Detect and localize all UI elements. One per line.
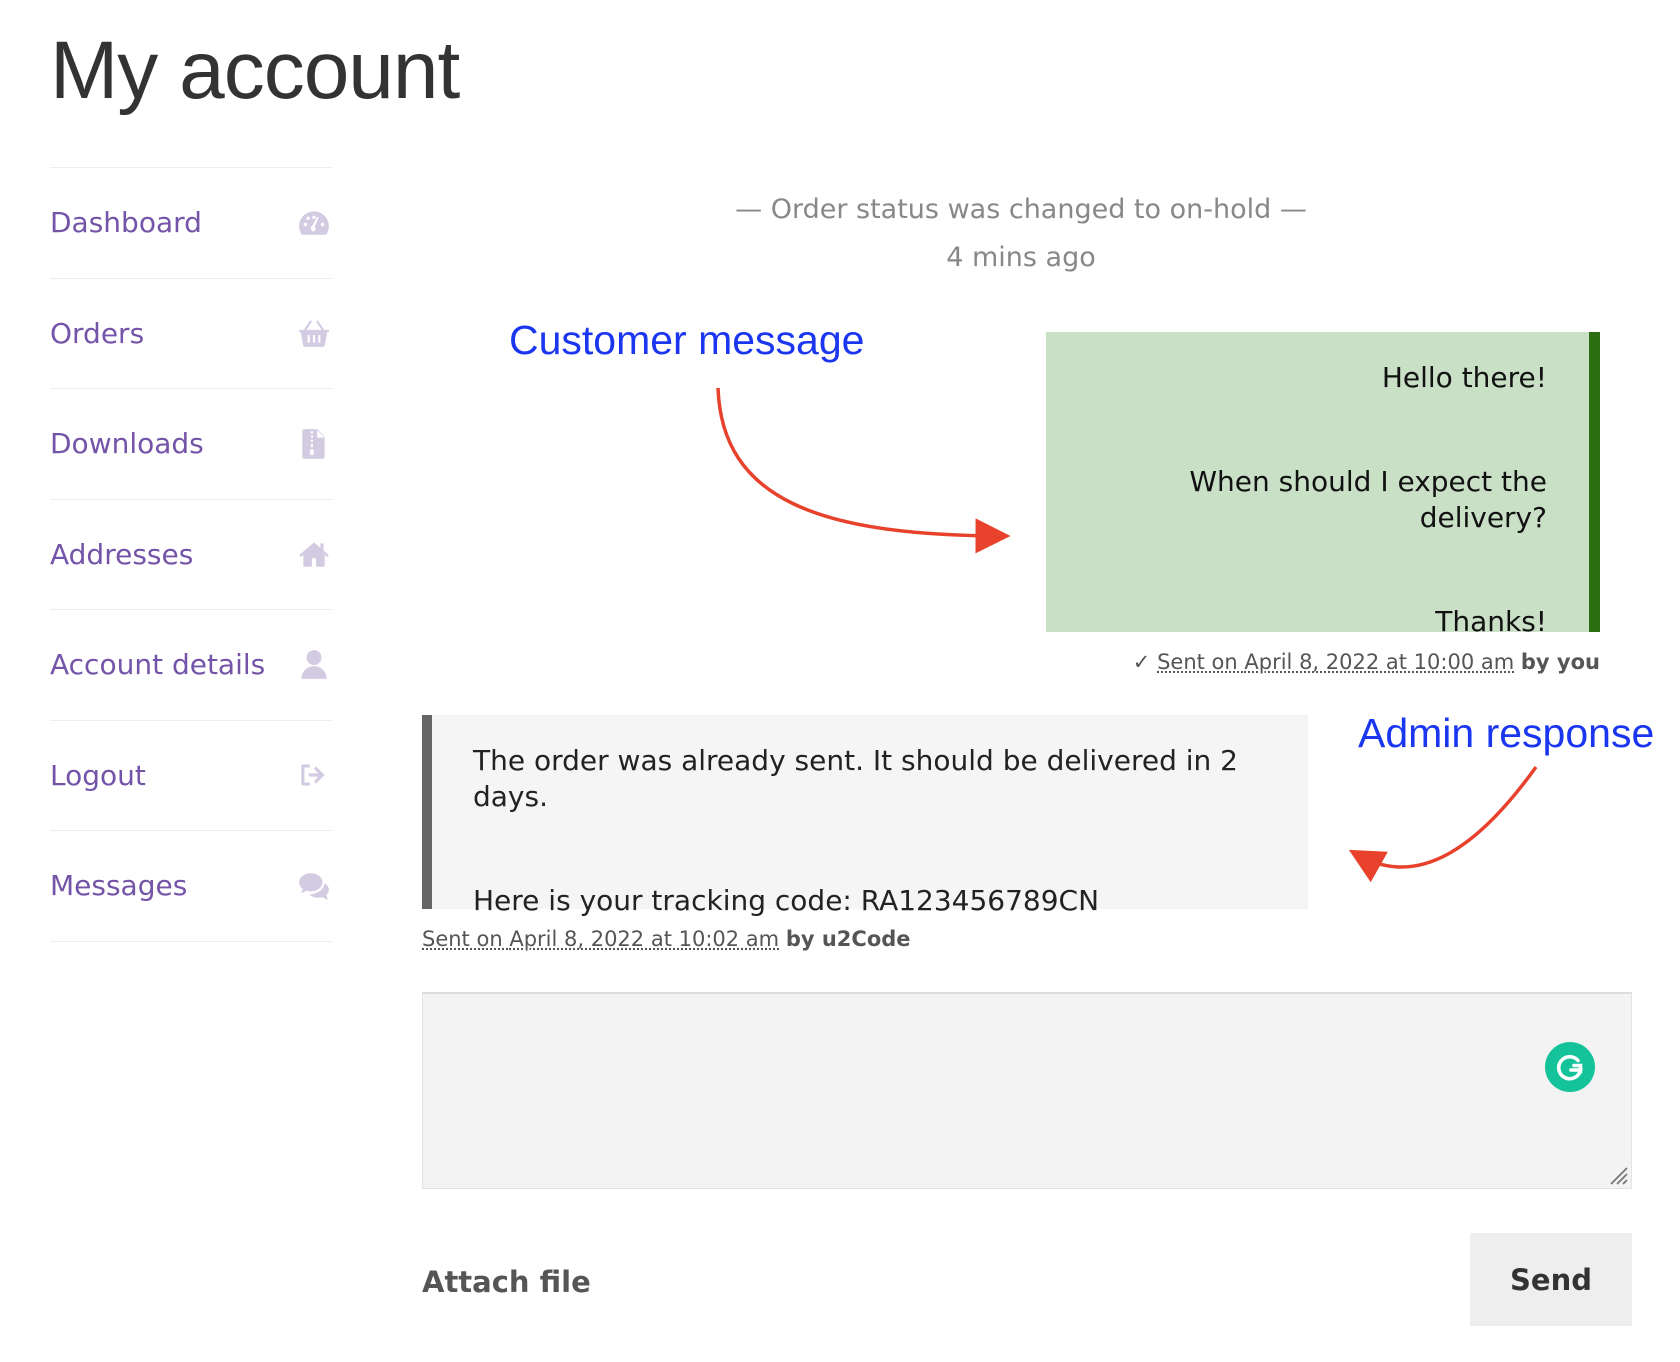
reply-textarea[interactable]	[422, 992, 1632, 1189]
file-archive-icon	[296, 426, 332, 462]
sidebar-item-logout[interactable]: Logout	[50, 721, 332, 831]
sidebar-item-label: Logout	[50, 758, 146, 792]
sidebar-item-label: Downloads	[50, 427, 204, 461]
sent-date: April 8, 2022 at 10:00 am	[1244, 650, 1515, 674]
message-line: Thanks!	[1435, 605, 1547, 638]
account-navigation: Dashboard Orders Downloads Addresses Acc…	[50, 167, 332, 942]
sent-prefix: Sent on	[422, 927, 503, 951]
sent-by: by u2Code	[785, 927, 911, 951]
sidebar-item-dashboard[interactable]: Dashboard	[50, 168, 332, 279]
message-line: The order was already sent. It should be…	[473, 744, 1238, 813]
customer-arrow	[716, 387, 1011, 554]
sidebar-item-messages[interactable]: Messages	[50, 831, 332, 942]
sent-prefix: Sent on	[1157, 650, 1238, 674]
order-status-change: — Order status was changed to on-hold —	[735, 194, 1307, 225]
sent-date: April 8, 2022 at 10:02 am	[509, 927, 780, 951]
basket-icon	[296, 315, 332, 351]
grammarly-icon[interactable]	[1545, 1042, 1595, 1092]
message-line: Here is your tracking code: RA123456789C…	[473, 884, 1100, 917]
admin-message-meta: Sent on April 8, 2022 at 10:02 am by u2C…	[422, 927, 911, 951]
sent-by: by you	[1520, 650, 1600, 674]
message-line: When should I expect the delivery?	[1189, 465, 1547, 534]
customer-message-annotation: Customer message	[509, 317, 865, 363]
attach-file-link[interactable]: Attach file	[422, 1265, 591, 1299]
customer-message-bubble: Hello there! When should I expect the de…	[1046, 332, 1600, 638]
user-icon	[296, 647, 332, 683]
sidebar-item-label: Addresses	[50, 537, 194, 571]
page-title: My account	[50, 25, 460, 116]
sidebar-item-account-details[interactable]: Account details	[50, 610, 332, 721]
sidebar-item-label: Orders	[50, 316, 145, 350]
check-icon: ✓	[1132, 650, 1151, 674]
sidebar-item-downloads[interactable]: Downloads	[50, 389, 332, 500]
comments-icon	[296, 868, 332, 904]
admin-arrow	[1348, 765, 1538, 883]
customer-message-meta: ✓ Sent on April 8, 2022 at 10:00 am by y…	[1133, 650, 1600, 674]
message-line: Hello there!	[1381, 361, 1547, 394]
status-timestamp: 4 mins ago	[946, 242, 1096, 273]
admin-message-bubble: The order was already sent. It should be…	[422, 715, 1308, 917]
resize-handle-icon[interactable]	[1605, 1162, 1629, 1186]
sidebar-item-label: Messages	[50, 869, 188, 903]
sidebar-item-orders[interactable]: Orders	[50, 279, 332, 389]
sent-date-link[interactable]: Sent on April 8, 2022 at 10:02 am	[422, 927, 779, 951]
sidebar-item-addresses[interactable]: Addresses	[50, 500, 332, 610]
sidebar-item-label: Account details	[50, 648, 266, 682]
sign-out-icon	[296, 757, 332, 793]
sent-date-link[interactable]: Sent on April 8, 2022 at 10:00 am	[1157, 650, 1514, 674]
dashboard-icon	[296, 205, 332, 241]
send-button[interactable]: Send	[1470, 1233, 1632, 1326]
home-icon	[296, 536, 332, 572]
sidebar-item-label: Dashboard	[50, 206, 202, 240]
admin-response-annotation: Admin response	[1358, 710, 1655, 756]
